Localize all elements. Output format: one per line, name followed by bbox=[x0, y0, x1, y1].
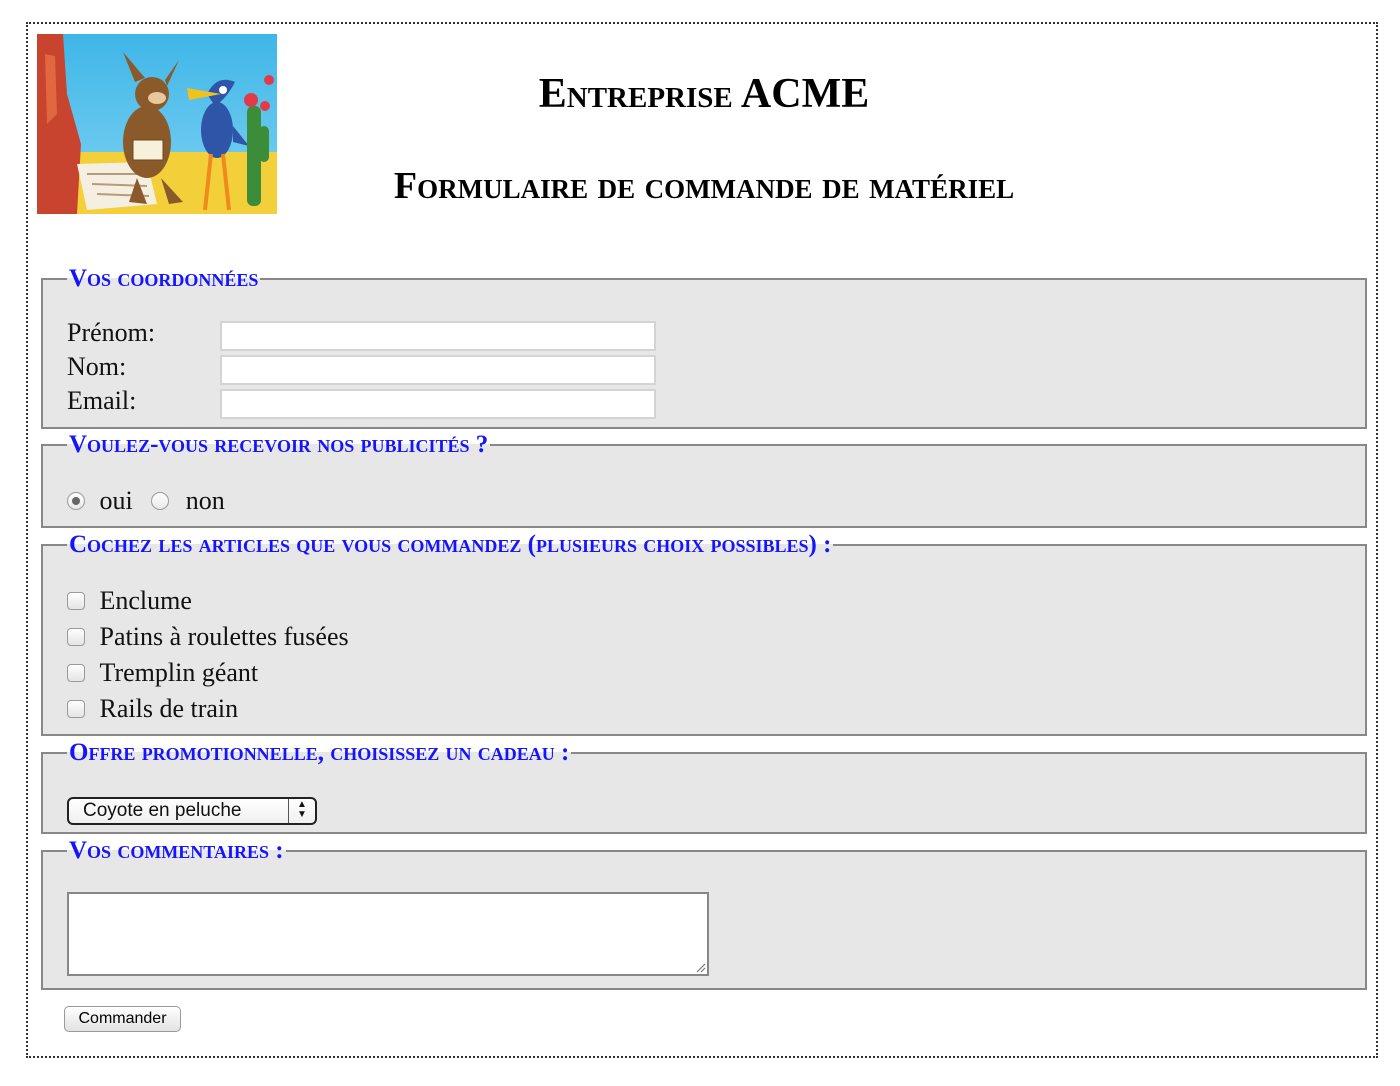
prenom-label: Prénom: bbox=[67, 318, 156, 347]
commander-button[interactable]: Commander bbox=[64, 1006, 181, 1032]
prenom-input[interactable] bbox=[220, 321, 656, 351]
enclume-checkbox[interactable] bbox=[67, 592, 85, 611]
nom-input[interactable] bbox=[220, 355, 656, 385]
publicites-fieldset: Voulez-vous recevoir nos publicités ? ou… bbox=[41, 432, 1367, 528]
tremplin-checkbox[interactable] bbox=[67, 664, 85, 683]
publicites-legend: Voulez-vous recevoir nos publicités ? bbox=[69, 431, 489, 458]
up-down-arrows-icon: ▲ ▼ bbox=[297, 799, 307, 820]
patins-label: Patins à roulettes fusées bbox=[99, 622, 349, 651]
tremplin-label: Tremplin géant bbox=[99, 658, 259, 687]
commentaires-legend: Vos commentaires : bbox=[69, 837, 284, 864]
page-frame: Entreprise ACME Formulaire de commande d… bbox=[26, 22, 1378, 1058]
prenom-row: Prénom: bbox=[67, 318, 219, 348]
cadeau-select[interactable]: Coyote en peluche ▲ ▼ bbox=[67, 797, 317, 825]
article-item-patins: Patins à roulettes fusées bbox=[67, 622, 349, 652]
email-row: Email: bbox=[67, 386, 219, 416]
commentaires-fieldset: Vos commentaires : bbox=[41, 838, 1367, 990]
nom-row: Nom: bbox=[67, 352, 219, 382]
oui-radio[interactable] bbox=[67, 492, 85, 511]
page-subtitle: Formulaire de commande de matériel bbox=[393, 165, 1015, 207]
patins-checkbox[interactable] bbox=[67, 628, 85, 647]
rails-checkbox[interactable] bbox=[67, 700, 85, 719]
page-title: Entreprise ACME bbox=[538, 71, 870, 117]
coordonnees-fieldset: Vos coordonnées Prénom: Nom: Email: bbox=[41, 266, 1367, 429]
non-radio[interactable] bbox=[151, 492, 170, 511]
coordonnees-legend: Vos coordonnées bbox=[69, 265, 259, 292]
articles-legend: Cochez les articles que vous commandez (… bbox=[69, 531, 832, 558]
resize-grip-icon[interactable] bbox=[694, 961, 706, 973]
enclume-label: Enclume bbox=[99, 586, 192, 615]
cadeau-select-value: Coyote en peluche bbox=[83, 800, 242, 821]
promo-legend: Offre promotionnelle, choisissez un cade… bbox=[69, 739, 570, 766]
email-input[interactable] bbox=[220, 389, 656, 419]
non-label: non bbox=[185, 486, 225, 515]
article-item-rails: Rails de train bbox=[67, 694, 238, 724]
publicites-options: oui non bbox=[67, 486, 225, 516]
commentaires-textarea[interactable] bbox=[67, 892, 709, 976]
rails-label: Rails de train bbox=[99, 694, 239, 723]
oui-label: oui bbox=[99, 486, 133, 515]
nom-label: Nom: bbox=[67, 352, 127, 381]
articles-fieldset: Cochez les articles que vous commandez (… bbox=[41, 532, 1367, 736]
promo-fieldset: Offre promotionnelle, choisissez un cade… bbox=[41, 740, 1367, 834]
article-item-tremplin: Tremplin géant bbox=[67, 658, 258, 688]
article-item-enclume: Enclume bbox=[67, 586, 192, 616]
email-label: Email: bbox=[67, 386, 137, 415]
